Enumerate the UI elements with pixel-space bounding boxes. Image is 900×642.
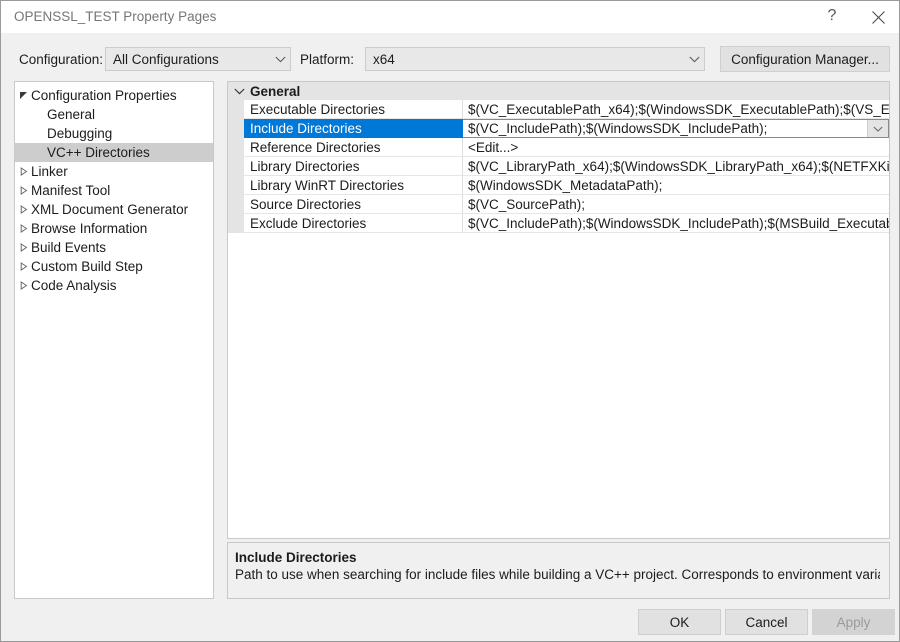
property-value: $(VC_SourcePath); [468, 196, 586, 212]
property-row[interactable]: Include Directories $(VC_IncludePath);$(W… [228, 119, 889, 138]
platform-dropdown[interactable]: x64 [365, 47, 705, 71]
property-value: $(WindowsSDK_MetadataPath); [468, 177, 663, 193]
sidebar-item-label: Code Analysis [31, 278, 117, 293]
sidebar-item-label: General [47, 107, 96, 122]
sidebar-item-manifest-tool[interactable]: Manifest Tool [15, 181, 213, 200]
grid-row-list: Executable Directories $(VC_ExecutablePat… [228, 100, 889, 233]
row-gutter [228, 176, 244, 195]
property-name[interactable]: Library WinRT Directories [244, 176, 463, 195]
property-name[interactable]: Include Directories [244, 119, 463, 138]
row-gutter [228, 157, 244, 176]
sidebar-item-label: Linker [31, 164, 68, 179]
sidebar-item-label: Configuration Properties [31, 88, 177, 103]
sidebar-item-label: Build Events [31, 240, 107, 255]
property-value-cell[interactable]: $(VC_LibraryPath_x64);$(WindowsSDK_Libra… [463, 157, 889, 176]
property-value: <Edit...> [468, 139, 519, 155]
triangle-collapsed-icon[interactable] [15, 243, 31, 252]
configuration-manager-button[interactable]: Configuration Manager... [720, 46, 890, 72]
sidebar-item-label: Manifest Tool [31, 183, 111, 198]
row-gutter [228, 214, 244, 233]
property-row[interactable]: Library Directories $(VC_LibraryPath_x64)… [228, 157, 889, 176]
property-name[interactable]: Exclude Directories [244, 214, 463, 233]
sidebar-item-build-events[interactable]: Build Events [15, 238, 213, 257]
property-value-cell[interactable]: <Edit...> [463, 138, 889, 157]
property-name[interactable]: Executable Directories [244, 100, 463, 119]
property-name[interactable]: Source Directories [244, 195, 463, 214]
grid-category-label: General [250, 83, 301, 99]
help-button[interactable]: ? [809, 1, 855, 33]
sidebar-item-label: Browse Information [31, 221, 148, 236]
grid-category-header[interactable]: General [228, 82, 889, 100]
title-bar: OPENSSL_TEST Property Pages ? [1, 1, 899, 33]
triangle-collapsed-icon[interactable] [15, 186, 31, 195]
property-row[interactable]: Library WinRT Directories $(WindowsSDK_Me… [228, 176, 889, 195]
triangle-collapsed-icon[interactable] [15, 167, 31, 176]
sidebar-item-label: Debugging [47, 126, 113, 141]
sidebar-item-configuration-properties[interactable]: Configuration Properties [15, 86, 213, 105]
sidebar-item-vc-directories[interactable]: VC++ Directories [15, 143, 213, 162]
property-row[interactable]: Source Directories $(VC_SourcePath); [228, 195, 889, 214]
apply-button: Apply [812, 609, 895, 635]
triangle-collapsed-icon[interactable] [15, 262, 31, 271]
property-value: $(VC_LibraryPath_x64);$(WindowsSDK_Libra… [468, 158, 889, 174]
sidebar-item-label: Custom Build Step [31, 259, 143, 274]
platform-value: x64 [373, 51, 395, 67]
sidebar-item-general[interactable]: General [15, 105, 213, 124]
row-gutter [228, 119, 244, 138]
property-grid[interactable]: General Executable Directories $(VC_Execu… [227, 81, 890, 539]
ok-button[interactable]: OK [638, 609, 721, 635]
help-question-icon: ? [827, 7, 837, 24]
chevron-down-icon[interactable] [228, 88, 250, 95]
title-bar-buttons: ? [809, 1, 899, 33]
property-value-cell[interactable]: $(VC_SourcePath); [463, 195, 889, 214]
property-row[interactable]: Reference Directories <Edit...> [228, 138, 889, 157]
sidebar-item-label: XML Document Generator [31, 202, 189, 217]
property-value-cell[interactable]: $(VC_ExecutablePath_x64);$(WindowsSDK_Ex… [463, 100, 889, 119]
page-title: OPENSSL_TEST Property Pages [14, 9, 217, 24]
property-row[interactable]: Executable Directories $(VC_ExecutablePat… [228, 100, 889, 119]
property-name[interactable]: Reference Directories [244, 138, 463, 157]
sidebar-item-code-analysis[interactable]: Code Analysis [15, 276, 213, 295]
triangle-expanded-icon[interactable] [15, 91, 31, 100]
sidebar-item-linker[interactable]: Linker [15, 162, 213, 181]
configuration-label: Configuration: [19, 52, 104, 67]
property-row[interactable]: Exclude Directories $(VC_IncludePath);$(W… [228, 214, 889, 233]
property-value: $(VC_IncludePath);$(WindowsSDK_IncludePa… [468, 121, 768, 136]
property-value: $(VC_ExecutablePath_x64);$(WindowsSDK_Ex… [468, 101, 889, 117]
triangle-collapsed-icon[interactable] [15, 224, 31, 233]
property-value: $(VC_IncludePath);$(WindowsSDK_IncludePa… [468, 215, 889, 231]
configuration-value: All Configurations [113, 51, 219, 67]
row-gutter [228, 138, 244, 157]
property-value-cell[interactable]: $(VC_IncludePath);$(WindowsSDK_IncludePa… [463, 214, 889, 233]
sidebar-item-browse-information[interactable]: Browse Information [15, 219, 213, 238]
cancel-button[interactable]: Cancel [725, 609, 808, 635]
row-gutter [228, 195, 244, 214]
description-title: Include Directories [235, 550, 357, 565]
triangle-collapsed-icon[interactable] [15, 281, 31, 290]
configuration-tree[interactable]: Configuration Properties General Debugging… [14, 81, 214, 599]
chevron-down-icon[interactable] [867, 120, 888, 137]
chevron-down-icon [270, 56, 290, 63]
sidebar-item-xml-document-generator[interactable]: XML Document Generator [15, 200, 213, 219]
description-body: Path to use when searching for include f… [235, 567, 880, 582]
tree-list: Configuration Properties General Debugging… [15, 82, 213, 295]
sidebar-item-label: VC++ Directories [47, 145, 150, 160]
property-name[interactable]: Library Directories [244, 157, 463, 176]
property-value-cell[interactable]: $(VC_IncludePath);$(WindowsSDK_IncludePa… [463, 119, 889, 138]
row-gutter [228, 100, 244, 119]
platform-label: Platform: [300, 52, 355, 67]
configuration-dropdown[interactable]: All Configurations [105, 47, 291, 71]
property-pages-dialog: OPENSSL_TEST Property Pages ? Configurat… [0, 0, 900, 642]
sidebar-item-custom-build-step[interactable]: Custom Build Step [15, 257, 213, 276]
sidebar-item-debugging[interactable]: Debugging [15, 124, 213, 143]
close-icon [871, 10, 885, 24]
chevron-down-icon [684, 56, 704, 63]
triangle-collapsed-icon[interactable] [15, 205, 31, 214]
property-value-cell[interactable]: $(WindowsSDK_MetadataPath); [463, 176, 889, 195]
description-panel: Include Directories Path to use when sea… [227, 542, 890, 599]
close-button[interactable] [855, 1, 899, 33]
